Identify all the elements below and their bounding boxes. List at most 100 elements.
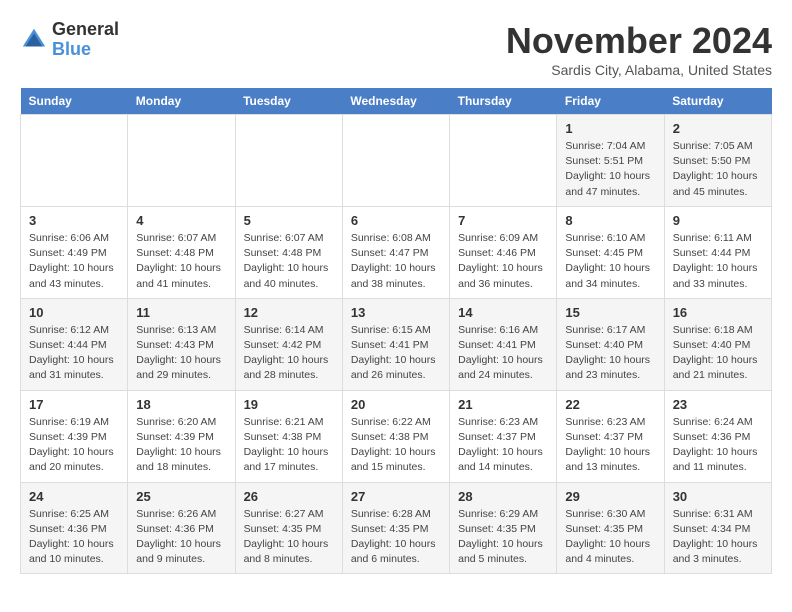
calendar-cell: 7 Sunrise: 6:09 AM Sunset: 4:46 PM Daylig… [450,206,557,298]
day-info: Sunrise: 6:14 AM Sunset: 4:42 PM Dayligh… [244,323,334,384]
calendar-cell: 8 Sunrise: 6:10 AM Sunset: 4:45 PM Daylig… [557,206,664,298]
day-info: Sunrise: 6:07 AM Sunset: 4:48 PM Dayligh… [136,231,226,292]
day-number: 28 [458,489,548,504]
weekday-header: Friday [557,88,664,115]
day-number: 21 [458,397,548,412]
day-info: Sunrise: 6:29 AM Sunset: 4:35 PM Dayligh… [458,507,548,568]
calendar-table: SundayMondayTuesdayWednesdayThursdayFrid… [20,88,772,574]
weekday-header: Tuesday [235,88,342,115]
logo-text: General Blue [52,20,119,60]
calendar-cell [128,115,235,207]
calendar-cell: 15Sunrise: 6:17 AM Sunset: 4:40 PM Dayli… [557,298,664,390]
calendar-cell: 20 Sunrise: 6:22 AM Sunset: 4:38 PM Dayli… [342,390,449,482]
calendar-cell: 10 Sunrise: 6:12 AM Sunset: 4:44 PM Dayli… [21,298,128,390]
calendar-cell: 6Sunrise: 6:08 AM Sunset: 4:47 PM Daylig… [342,206,449,298]
calendar-cell: 25 Sunrise: 6:26 AM Sunset: 4:36 PM Dayli… [128,482,235,574]
day-info: Sunrise: 6:13 AM Sunset: 4:43 PM Dayligh… [136,323,226,384]
logo: General Blue [20,20,119,60]
logo-icon [20,26,48,54]
calendar-body: 1Sunrise: 7:04 AM Sunset: 5:51 PM Daylig… [21,115,772,574]
calendar-week-row: 24 Sunrise: 6:25 AM Sunset: 4:36 PM Dayli… [21,482,772,574]
day-number: 22 [565,397,655,412]
day-number: 19 [244,397,334,412]
day-number: 14 [458,305,548,320]
location: Sardis City, Alabama, United States [506,62,772,78]
day-info: Sunrise: 6:10 AM Sunset: 4:45 PM Dayligh… [565,231,655,292]
logo-line1: General [52,20,119,40]
day-info: Sunrise: 6:07 AM Sunset: 4:48 PM Dayligh… [244,231,334,292]
calendar-cell: 4 Sunrise: 6:07 AM Sunset: 4:48 PM Daylig… [128,206,235,298]
calendar-cell [342,115,449,207]
day-info: Sunrise: 6:28 AM Sunset: 4:35 PM Dayligh… [351,507,441,568]
weekday-header: Sunday [21,88,128,115]
calendar-cell: 2Sunrise: 7:05 AM Sunset: 5:50 PM Daylig… [664,115,771,207]
calendar-cell: 26 Sunrise: 6:27 AM Sunset: 4:35 PM Dayli… [235,482,342,574]
day-number: 24 [29,489,119,504]
day-info: Sunrise: 6:24 AM Sunset: 4:36 PM Dayligh… [673,415,763,476]
day-number: 26 [244,489,334,504]
calendar-cell: 1Sunrise: 7:04 AM Sunset: 5:51 PM Daylig… [557,115,664,207]
day-info: Sunrise: 6:20 AM Sunset: 4:39 PM Dayligh… [136,415,226,476]
weekday-header: Thursday [450,88,557,115]
day-number: 25 [136,489,226,504]
day-info: Sunrise: 6:15 AM Sunset: 4:41 PM Dayligh… [351,323,441,384]
page-header: General Blue November 2024 Sardis City, … [20,20,772,78]
title-block: November 2024 Sardis City, Alabama, Unit… [506,20,772,78]
day-info: Sunrise: 6:09 AM Sunset: 4:46 PM Dayligh… [458,231,548,292]
day-number: 16 [673,305,763,320]
calendar-cell: 14 Sunrise: 6:16 AM Sunset: 4:41 PM Dayli… [450,298,557,390]
day-number: 6 [351,213,441,228]
day-info: Sunrise: 6:18 AM Sunset: 4:40 PM Dayligh… [673,323,763,384]
day-info: Sunrise: 6:19 AM Sunset: 4:39 PM Dayligh… [29,415,119,476]
calendar-cell: 29Sunrise: 6:30 AM Sunset: 4:35 PM Dayli… [557,482,664,574]
day-number: 8 [565,213,655,228]
calendar-cell: 12 Sunrise: 6:14 AM Sunset: 4:42 PM Dayli… [235,298,342,390]
calendar-cell [21,115,128,207]
day-info: Sunrise: 6:30 AM Sunset: 4:35 PM Dayligh… [565,507,655,568]
day-number: 20 [351,397,441,412]
weekday-header: Wednesday [342,88,449,115]
calendar-cell: 13Sunrise: 6:15 AM Sunset: 4:41 PM Dayli… [342,298,449,390]
calendar-cell: 5 Sunrise: 6:07 AM Sunset: 4:48 PM Daylig… [235,206,342,298]
weekday-row: SundayMondayTuesdayWednesdayThursdayFrid… [21,88,772,115]
day-number: 15 [565,305,655,320]
day-number: 3 [29,213,119,228]
calendar-cell: 18 Sunrise: 6:20 AM Sunset: 4:39 PM Dayli… [128,390,235,482]
calendar-cell: 3 Sunrise: 6:06 AM Sunset: 4:49 PM Daylig… [21,206,128,298]
day-info: Sunrise: 6:31 AM Sunset: 4:34 PM Dayligh… [673,507,763,568]
calendar-week-row: 17 Sunrise: 6:19 AM Sunset: 4:39 PM Dayli… [21,390,772,482]
day-number: 5 [244,213,334,228]
day-number: 7 [458,213,548,228]
day-number: 12 [244,305,334,320]
day-number: 27 [351,489,441,504]
day-number: 30 [673,489,763,504]
calendar-cell: 23 Sunrise: 6:24 AM Sunset: 4:36 PM Dayli… [664,390,771,482]
day-info: Sunrise: 6:16 AM Sunset: 4:41 PM Dayligh… [458,323,548,384]
calendar-cell: 19Sunrise: 6:21 AM Sunset: 4:38 PM Dayli… [235,390,342,482]
day-number: 1 [565,121,655,136]
day-info: Sunrise: 6:25 AM Sunset: 4:36 PM Dayligh… [29,507,119,568]
calendar-cell: 21Sunrise: 6:23 AM Sunset: 4:37 PM Dayli… [450,390,557,482]
calendar-week-row: 3 Sunrise: 6:06 AM Sunset: 4:49 PM Daylig… [21,206,772,298]
day-info: Sunrise: 6:22 AM Sunset: 4:38 PM Dayligh… [351,415,441,476]
day-info: Sunrise: 6:12 AM Sunset: 4:44 PM Dayligh… [29,323,119,384]
calendar-cell: 22Sunrise: 6:23 AM Sunset: 4:37 PM Dayli… [557,390,664,482]
day-info: Sunrise: 6:11 AM Sunset: 4:44 PM Dayligh… [673,231,763,292]
calendar-cell: 16 Sunrise: 6:18 AM Sunset: 4:40 PM Dayli… [664,298,771,390]
day-info: Sunrise: 6:27 AM Sunset: 4:35 PM Dayligh… [244,507,334,568]
calendar-week-row: 10 Sunrise: 6:12 AM Sunset: 4:44 PM Dayli… [21,298,772,390]
day-info: Sunrise: 7:05 AM Sunset: 5:50 PM Dayligh… [673,139,763,200]
calendar-cell: 27 Sunrise: 6:28 AM Sunset: 4:35 PM Dayli… [342,482,449,574]
day-number: 17 [29,397,119,412]
day-info: Sunrise: 6:26 AM Sunset: 4:36 PM Dayligh… [136,507,226,568]
day-number: 18 [136,397,226,412]
calendar-cell [235,115,342,207]
day-number: 11 [136,305,226,320]
logo-line2: Blue [52,40,119,60]
day-number: 23 [673,397,763,412]
day-number: 4 [136,213,226,228]
day-info: Sunrise: 6:06 AM Sunset: 4:49 PM Dayligh… [29,231,119,292]
calendar-cell [450,115,557,207]
day-number: 10 [29,305,119,320]
calendar-header: SundayMondayTuesdayWednesdayThursdayFrid… [21,88,772,115]
